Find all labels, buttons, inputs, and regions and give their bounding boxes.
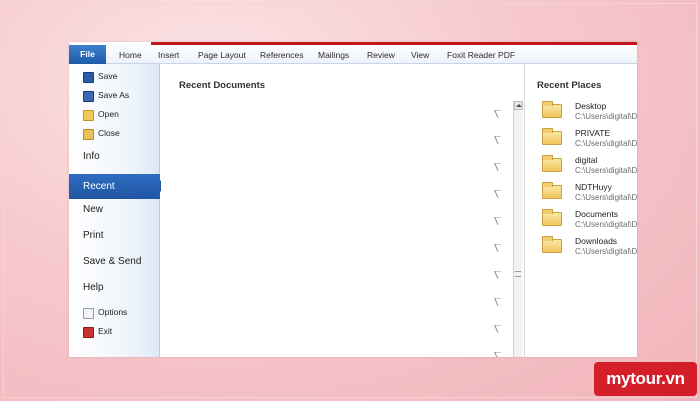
close-folder-icon — [83, 129, 94, 140]
nav-save-as-label: Save As — [98, 90, 130, 100]
nav-print[interactable]: Print — [69, 228, 160, 248]
nav-help[interactable]: Help — [69, 280, 160, 300]
recent-place-path: C:\Users\digital\D — [575, 112, 637, 121]
recent-place-name: Downloads — [575, 236, 618, 246]
recent-place-name: NDTHuyy — [575, 182, 612, 192]
folder-icon — [542, 236, 562, 253]
pin-icon[interactable]: ⎲ — [494, 136, 505, 144]
nav-exit-label: Exit — [98, 326, 113, 336]
nav-info[interactable]: Info — [69, 149, 160, 169]
pin-icon[interactable]: ⎲ — [494, 163, 505, 171]
pin-icon[interactable]: ⎲ — [494, 352, 505, 358]
tab-foxit-reader-pdf[interactable]: Foxit Reader PDF — [447, 47, 515, 63]
nav-save[interactable]: Save — [69, 69, 160, 86]
recent-place-item[interactable]: digital C:\Users\digital\D — [525, 154, 637, 178]
nav-open[interactable]: Open — [69, 107, 160, 124]
recent-place-item[interactable]: Downloads C:\Users\digital\D — [525, 235, 637, 259]
word-backstage-window: File Home Insert Page Layout References … — [69, 42, 637, 357]
recent-place-name: digital — [575, 155, 598, 165]
recent-place-path: C:\Users\digital\D — [575, 193, 637, 202]
recent-place-item[interactable]: PRIVATE C:\Users\digital\D — [525, 127, 637, 151]
backstage-nav: Save Save As Open Close Info Recent New … — [69, 64, 166, 357]
recent-place-item[interactable]: Documents C:\Users\digital\D — [525, 208, 637, 232]
recent-places-pane: Recent Places Desktop C:\Users\digital\D… — [525, 64, 637, 357]
mytour-watermark: mytour.vn — [594, 362, 697, 396]
recent-place-name: Documents — [575, 209, 618, 219]
recent-place-path: C:\Users\digital\D — [575, 247, 637, 256]
nav-info-label: Info — [83, 151, 100, 162]
pin-icon[interactable]: ⎲ — [494, 298, 505, 306]
recent-documents-scrollbar[interactable] — [513, 101, 523, 357]
folder-icon — [542, 155, 562, 172]
tab-home[interactable]: Home — [119, 47, 142, 63]
recent-place-name: Desktop — [575, 101, 607, 111]
recent-places-title: Recent Places — [537, 80, 602, 91]
pin-icon[interactable]: ⎲ — [494, 271, 505, 279]
pin-icon[interactable]: ⎲ — [494, 217, 505, 225]
folder-icon — [542, 101, 562, 118]
recent-place-path: C:\Users\digital\D — [575, 166, 637, 175]
tab-page-layout[interactable]: Page Layout — [198, 47, 246, 63]
ribbon-accent-line — [151, 42, 637, 45]
recent-documents-pane: Recent Documents ⎲ ⎲ ⎲ ⎲ ⎲ ⎲ ⎲ ⎲ ⎲ ⎲ — [161, 64, 523, 358]
pin-icon[interactable]: ⎲ — [494, 190, 505, 198]
nav-options-label: Options — [98, 307, 128, 317]
tab-view[interactable]: View — [411, 47, 429, 63]
pin-icon[interactable]: ⎲ — [494, 110, 505, 118]
save-icon — [83, 72, 94, 83]
recent-place-item[interactable]: NDTHuyy C:\Users\digital\D — [525, 181, 637, 205]
recent-place-path: C:\Users\digital\D — [575, 139, 637, 148]
tab-mailings[interactable]: Mailings — [318, 47, 349, 63]
nav-save-label: Save — [98, 71, 118, 81]
folder-icon — [542, 182, 562, 199]
open-folder-icon — [83, 110, 94, 121]
nav-new[interactable]: New — [69, 202, 160, 222]
nav-exit[interactable]: Exit — [69, 324, 160, 341]
tab-references[interactable]: References — [260, 47, 303, 63]
nav-open-label: Open — [98, 109, 119, 119]
nav-save-as[interactable]: Save As — [69, 88, 160, 105]
recent-place-name: PRIVATE — [575, 128, 611, 138]
nav-save-and-send[interactable]: Save & Send — [69, 254, 160, 274]
nav-print-label: Print — [83, 230, 104, 241]
save-as-icon — [83, 91, 94, 102]
folder-icon — [542, 128, 562, 145]
tab-insert[interactable]: Insert — [158, 47, 179, 63]
nav-close-label: Close — [98, 128, 120, 138]
scroll-grip[interactable] — [515, 271, 521, 277]
recent-place-item[interactable]: Desktop C:\Users\digital\D — [525, 100, 637, 124]
nav-options[interactable]: Options — [69, 305, 160, 322]
ribbon-tab-bar: File Home Insert Page Layout References … — [69, 42, 637, 64]
folder-icon — [542, 209, 562, 226]
scroll-up-arrow-icon[interactable] — [514, 101, 523, 110]
nav-recent-label: Recent — [83, 181, 115, 192]
tab-review[interactable]: Review — [367, 47, 395, 63]
pin-icon[interactable]: ⎲ — [494, 244, 505, 252]
tab-file[interactable]: File — [69, 45, 106, 64]
nav-new-label: New — [83, 204, 104, 215]
pin-icon[interactable]: ⎲ — [494, 325, 505, 333]
nav-close[interactable]: Close — [69, 126, 160, 143]
recent-documents-title: Recent Documents — [179, 80, 266, 91]
nav-recent[interactable]: Recent — [69, 174, 166, 199]
options-icon — [83, 308, 94, 319]
exit-icon — [83, 327, 94, 338]
recent-place-path: C:\Users\digital\D — [575, 220, 637, 229]
nav-help-label: Help — [83, 282, 104, 293]
nav-save-and-send-label: Save & Send — [83, 256, 142, 267]
